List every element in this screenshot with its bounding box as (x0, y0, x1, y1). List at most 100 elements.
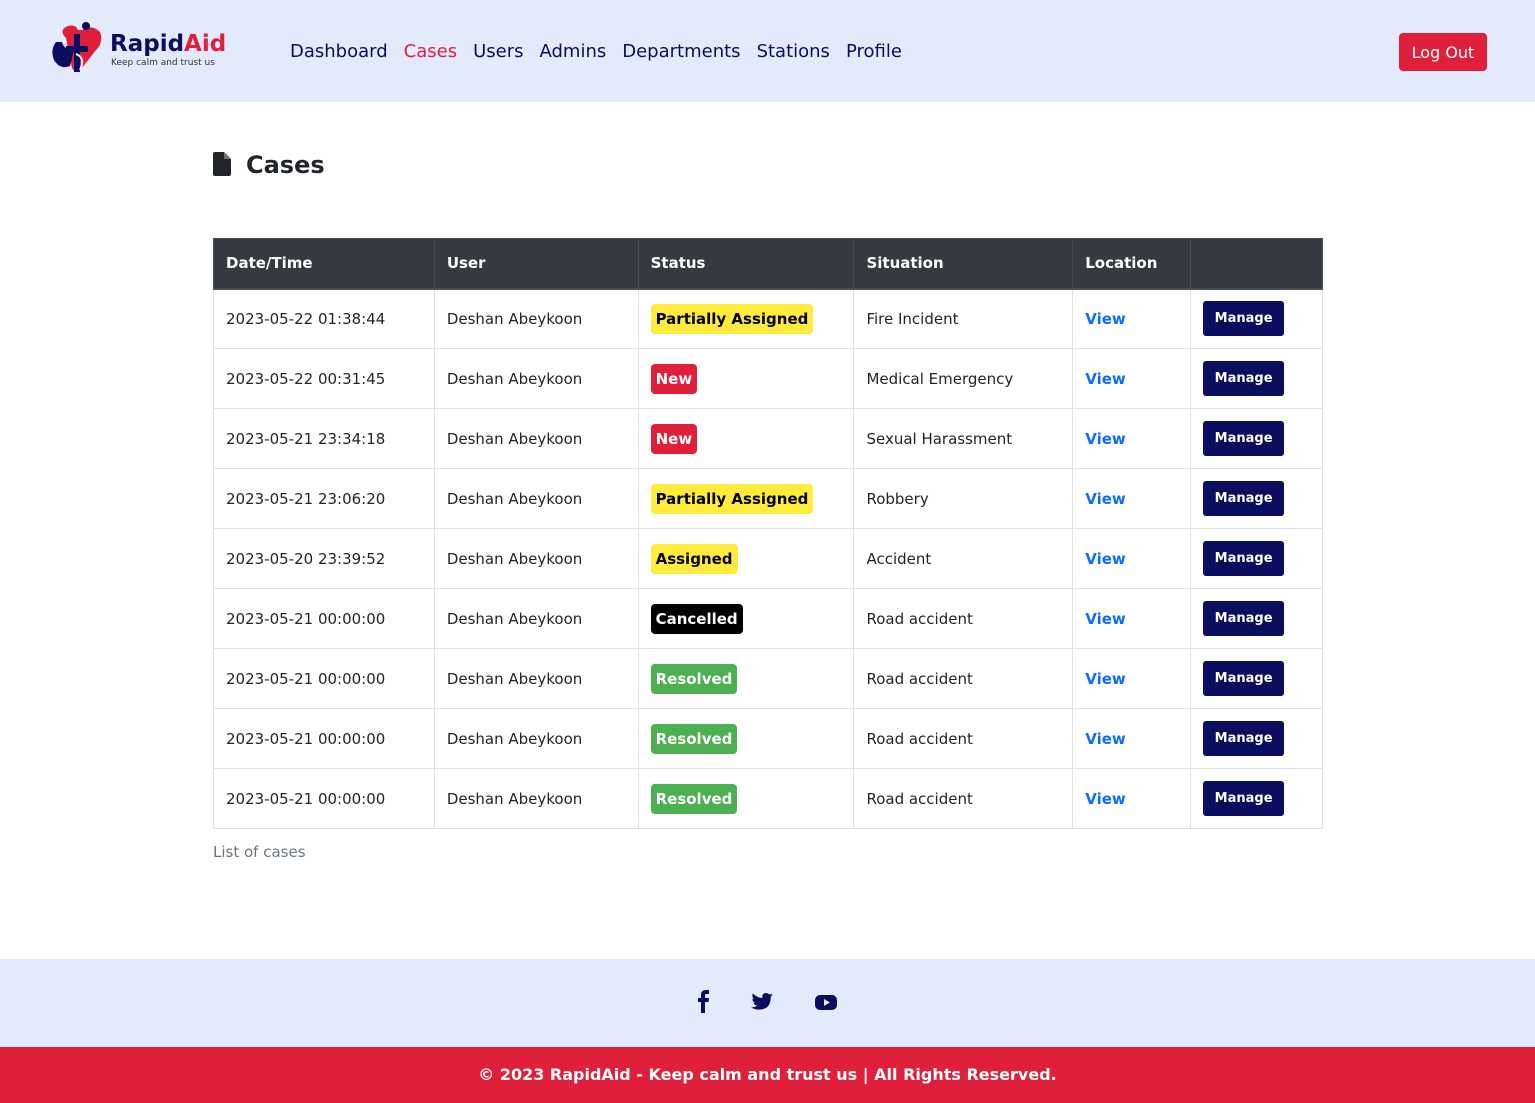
table-row: 2023-05-21 00:00:00 Deshan Abeykoon Resolv… (213, 768, 1323, 829)
status-badge: Resolved (650, 723, 738, 754)
cell-situation: Road accident (853, 768, 1074, 829)
manage-button[interactable]: Manage (1203, 481, 1285, 516)
brand-logo[interactable]: RapidAid Keep calm and trust us (46, 20, 226, 82)
cell-datetime: 2023-05-21 00:00:00 (213, 768, 435, 829)
cell-datetime: 2023-05-21 00:00:00 (213, 648, 435, 709)
cell-actions: Manage (1190, 768, 1323, 829)
cell-actions: Manage (1190, 408, 1323, 469)
cell-situation: Fire Incident (853, 288, 1074, 349)
cell-location: View (1072, 408, 1192, 469)
column-header-actions (1190, 238, 1323, 290)
view-location-link[interactable]: View (1085, 670, 1126, 688)
cell-actions: Manage (1190, 468, 1323, 529)
cell-user: Deshan Abeykoon (433, 408, 639, 469)
status-badge: Assigned (650, 543, 738, 574)
status-badge: New (650, 423, 698, 454)
column-header-situation: Situation (853, 238, 1074, 290)
cell-user: Deshan Abeykoon (433, 348, 639, 409)
cell-datetime: 2023-05-21 23:34:18 (213, 408, 435, 469)
cell-actions: Manage (1190, 588, 1323, 649)
status-badge: Cancelled (650, 603, 743, 634)
nav-link-departments[interactable]: Departments (622, 39, 740, 65)
cell-user: Deshan Abeykoon (433, 468, 639, 529)
nav-link-users[interactable]: Users (473, 39, 523, 65)
cell-location: View (1072, 708, 1192, 769)
cell-situation: Sexual Harassment (853, 408, 1074, 469)
status-badge: Partially Assigned (650, 303, 814, 334)
status-badge: Partially Assigned (650, 483, 814, 514)
table-row: 2023-05-22 00:31:45 Deshan Abeykoon New Med… (213, 348, 1323, 409)
table-body: 2023-05-22 01:38:44 Deshan Abeykoon Partia… (213, 288, 1323, 829)
copyright-bar: © 2023 RapidAid - Keep calm and trust us… (0, 1047, 1535, 1103)
nav-link-stations[interactable]: Stations (757, 39, 830, 65)
twitter-icon[interactable] (750, 989, 774, 1015)
cell-location: View (1072, 588, 1192, 649)
view-location-link[interactable]: View (1085, 550, 1126, 568)
brand-name-part2: Aid (184, 31, 227, 57)
manage-button[interactable]: Manage (1203, 301, 1285, 337)
view-location-link[interactable]: View (1085, 430, 1126, 448)
table-row: 2023-05-21 23:06:20 Deshan Abeykoon Partia… (213, 468, 1323, 529)
cell-actions: Manage (1190, 348, 1323, 409)
cell-location: View (1072, 528, 1192, 589)
table-row: 2023-05-21 00:00:00 Deshan Abeykoon Resolv… (213, 648, 1323, 709)
cell-location: View (1072, 468, 1192, 529)
cell-actions: Manage (1190, 708, 1323, 769)
manage-button[interactable]: Manage (1203, 361, 1285, 396)
copyright-text: © 2023 RapidAid - Keep calm and trust us… (478, 1065, 1057, 1084)
status-badge: New (650, 363, 698, 394)
cell-situation: Medical Emergency (853, 348, 1074, 409)
cases-table: Date/Time User Status Situation Location… (213, 238, 1323, 829)
cell-user: Deshan Abeykoon (433, 588, 639, 649)
top-navbar: RapidAid Keep calm and trust us Dashboar… (0, 0, 1535, 102)
view-location-link[interactable]: View (1085, 730, 1126, 748)
nav-link-cases[interactable]: Cases (404, 39, 457, 65)
cell-user: Deshan Abeykoon (433, 708, 639, 769)
logout-button[interactable]: Log Out (1399, 33, 1487, 71)
view-location-link[interactable]: View (1085, 490, 1126, 508)
status-badge: Resolved (650, 663, 738, 694)
cell-status: New (637, 348, 855, 409)
cell-actions: Manage (1190, 528, 1323, 589)
column-header-location: Location (1072, 238, 1192, 290)
manage-button[interactable]: Manage (1203, 541, 1285, 576)
manage-button[interactable]: Manage (1203, 781, 1285, 816)
view-location-link[interactable]: View (1085, 790, 1126, 808)
view-location-link[interactable]: View (1085, 610, 1126, 628)
nav-link-profile[interactable]: Profile (846, 39, 902, 65)
cell-location: View (1072, 648, 1192, 709)
brand-name-part1: Rapid (110, 31, 185, 57)
file-icon (213, 152, 231, 176)
table-row: 2023-05-21 23:34:18 Deshan Abeykoon New Sex… (213, 408, 1323, 469)
cell-status: Resolved (637, 708, 855, 769)
cell-location: View (1072, 288, 1192, 349)
cell-location: View (1072, 348, 1192, 409)
table-row: 2023-05-20 23:39:52 Deshan Abeykoon Assign… (213, 528, 1323, 589)
manage-button[interactable]: Manage (1203, 601, 1285, 636)
cell-datetime: 2023-05-21 00:00:00 (213, 588, 435, 649)
cell-situation: Accident (853, 528, 1074, 589)
table-row: 2023-05-21 00:00:00 Deshan Abeykoon Cancel… (213, 588, 1323, 649)
view-location-link[interactable]: View (1085, 310, 1126, 328)
cell-actions: Manage (1190, 288, 1323, 349)
cell-situation: Road accident (853, 648, 1074, 709)
cell-location: View (1072, 768, 1192, 829)
logo-icon (52, 22, 102, 72)
manage-button[interactable]: Manage (1203, 421, 1285, 456)
table-row: 2023-05-21 00:00:00 Deshan Abeykoon Resolv… (213, 708, 1323, 769)
facebook-icon[interactable] (692, 989, 716, 1015)
view-location-link[interactable]: View (1085, 370, 1126, 388)
cell-actions: Manage (1190, 648, 1323, 709)
cell-datetime: 2023-05-22 01:38:44 (213, 288, 435, 349)
manage-button[interactable]: Manage (1203, 721, 1285, 756)
nav-link-admins[interactable]: Admins (540, 39, 607, 65)
youtube-icon[interactable] (814, 989, 838, 1015)
cell-datetime: 2023-05-21 23:06:20 (213, 468, 435, 529)
cell-user: Deshan Abeykoon (433, 288, 639, 349)
nav-link-dashboard[interactable]: Dashboard (290, 39, 388, 65)
column-header-status: Status (637, 238, 855, 290)
cell-user: Deshan Abeykoon (433, 648, 639, 709)
cell-status: Cancelled (637, 588, 855, 649)
manage-button[interactable]: Manage (1203, 661, 1285, 696)
column-header-datetime: Date/Time (213, 238, 435, 290)
